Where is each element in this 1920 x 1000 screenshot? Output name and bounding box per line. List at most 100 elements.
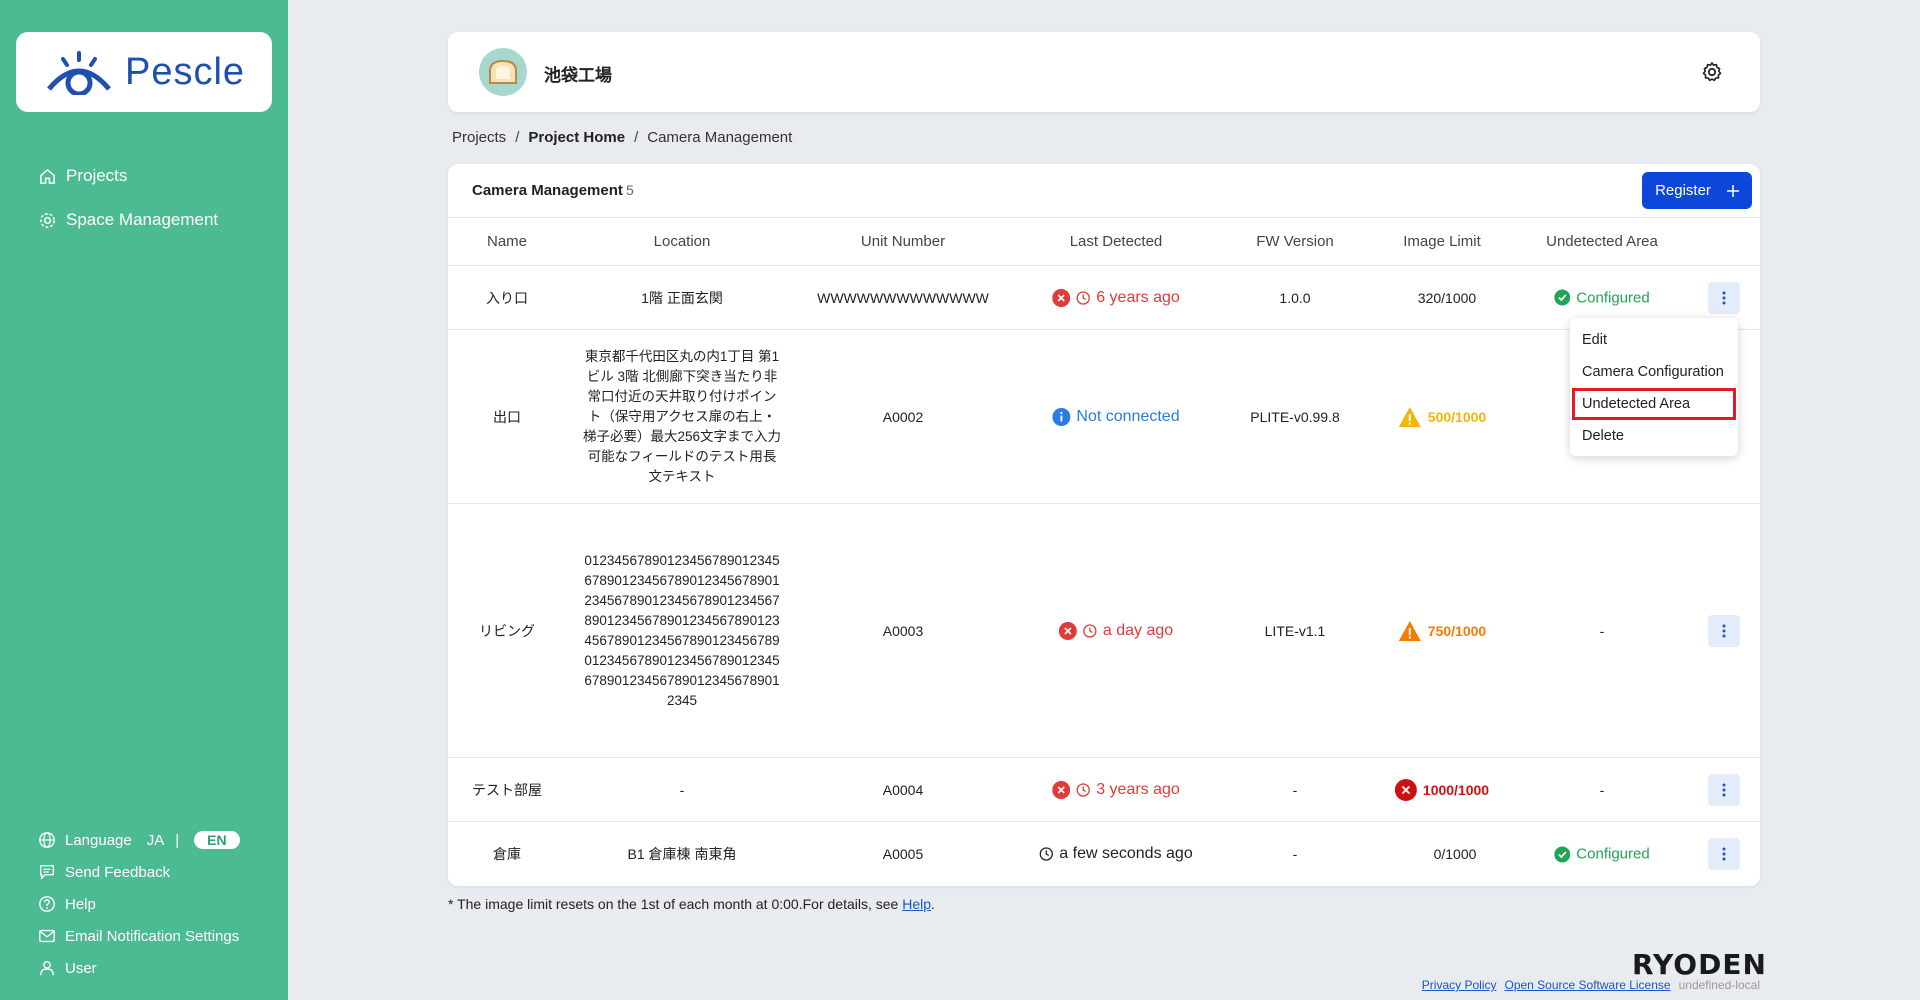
- privacy-policy-link[interactable]: Privacy Policy: [1422, 978, 1497, 992]
- breadcrumb-separator: /: [634, 129, 639, 146]
- cell-fw-version: LITE-v1.1: [1264, 622, 1326, 639]
- column-header-undetected-area: Undetected Area: [1546, 233, 1658, 250]
- cell-last-detected: 3 years ago: [1052, 780, 1180, 799]
- table-row[interactable]: 入り口 1階 正面玄関 WWWWWWWWWWWWW 6 years ago 1.…: [448, 266, 1760, 330]
- kebab-menu-icon: [1722, 291, 1726, 304]
- card-title: Camera Management: [472, 182, 623, 199]
- cell-fw-version: -: [1292, 781, 1298, 798]
- send-feedback-label: Send Feedback: [65, 863, 171, 881]
- plus-icon: [1726, 184, 1739, 197]
- cell-last-detected: 6 years ago: [1052, 288, 1180, 307]
- cell-last-detected: a few seconds ago: [1039, 845, 1193, 863]
- register-label: Register: [1655, 182, 1711, 199]
- row-actions-button[interactable]: [1708, 838, 1740, 870]
- nav-item-space-management[interactable]: Space Management: [38, 198, 218, 242]
- check-circle-icon: [1554, 289, 1571, 306]
- nav-item-label: Projects: [66, 166, 128, 185]
- undetected-area-text: Configured: [1576, 845, 1650, 863]
- language-switch: Language JA | EN: [38, 824, 240, 856]
- project-name: 池袋工場: [544, 66, 612, 85]
- cell-last-detected: Not connected: [1052, 407, 1180, 426]
- oss-license-link[interactable]: Open Source Software License: [1504, 978, 1670, 992]
- feedback-icon: [40, 865, 54, 880]
- help-link[interactable]: Help: [38, 888, 240, 920]
- project-avatar: [479, 48, 527, 96]
- gear-icon: [40, 212, 55, 228]
- cell-name: 出口: [493, 408, 521, 425]
- cell-location: 1階 正面玄関: [641, 289, 723, 306]
- last-detected-text: a day ago: [1102, 621, 1174, 639]
- footnote-end: .: [931, 896, 935, 912]
- column-header-location: Location: [653, 233, 711, 250]
- footnote-text: * The image limit resets on the 1st of e…: [448, 896, 903, 912]
- cell-unit-number: A0004: [882, 781, 924, 798]
- email-notification-settings-link[interactable]: Email Notification Settings: [38, 920, 240, 952]
- table-row[interactable]: 倉庫 B1 倉庫棟 南東角 A0005 a few seconds ago - …: [448, 822, 1760, 886]
- cell-name: 入り口: [486, 289, 528, 306]
- clock-icon: [1076, 782, 1090, 797]
- kebab-menu-icon: [1722, 847, 1726, 861]
- cell-name: テスト部屋: [472, 781, 542, 798]
- column-header-image-limit: Image Limit: [1403, 233, 1481, 250]
- footer-links: Privacy Policy Open Source Software Lice…: [1422, 978, 1760, 992]
- kebab-menu-icon: [1722, 624, 1726, 637]
- last-detected-text: Not connected: [1076, 407, 1180, 425]
- column-header-unit-number: Unit Number: [860, 233, 946, 250]
- image-limit-text: 1000/1000: [1422, 781, 1490, 798]
- error-circle-icon: [1052, 780, 1071, 799]
- menu-item-edit[interactable]: Edit: [1570, 324, 1738, 356]
- language-ja[interactable]: JA: [147, 832, 165, 849]
- table-header: Name Location Unit Number Last Detected …: [448, 218, 1760, 266]
- home-icon: [40, 168, 55, 184]
- warning-triangle-icon: [1398, 406, 1421, 427]
- cell-name: 倉庫: [493, 846, 521, 862]
- register-button[interactable]: Register: [1642, 172, 1752, 209]
- cell-image-limit: 320/1000: [1417, 289, 1477, 306]
- cell-location: 0123456789012345678901234567890123456789…: [584, 552, 780, 708]
- footnote-help-link[interactable]: Help: [902, 896, 931, 912]
- table-row[interactable]: テスト部屋 - A0004 3 years ago - 1000/1000 -: [448, 758, 1760, 822]
- error-circle-icon: [1052, 288, 1071, 307]
- menu-item-delete[interactable]: Delete: [1570, 420, 1738, 452]
- user-icon: [40, 961, 54, 976]
- image-limit-text: 750/1000: [1427, 622, 1487, 639]
- row-actions-button[interactable]: [1708, 773, 1740, 806]
- nav-item-projects[interactable]: Projects: [38, 154, 218, 198]
- image-limit-footnote: * The image limit resets on the 1st of e…: [448, 896, 935, 912]
- menu-item-camera-configuration[interactable]: Camera Configuration: [1570, 356, 1738, 388]
- language-separator: |: [175, 831, 180, 849]
- cell-undetected-area: -: [1599, 781, 1605, 798]
- menu-item-undetected-area[interactable]: Undetected Area: [1572, 388, 1736, 420]
- cell-fw-version: 1.0.0: [1279, 289, 1311, 306]
- table-row[interactable]: 出口 東京都千代田区丸の内1丁目 第1ビル 3階 北側廊下突き当たり非常口付近の…: [448, 330, 1760, 504]
- camera-management-card: Camera Management 5 Register Name Locati…: [448, 164, 1760, 886]
- cell-image-limit: 750/1000: [1398, 620, 1486, 642]
- language-en[interactable]: EN: [194, 831, 240, 849]
- bread-icon: [489, 59, 517, 84]
- last-detected-text: a few seconds ago: [1059, 845, 1193, 862]
- breadcrumb-project-home[interactable]: Project Home: [528, 129, 625, 146]
- cell-unit-number: A0002: [882, 408, 924, 425]
- nav-item-label: Space Management: [66, 210, 219, 229]
- logo[interactable]: Pescle: [16, 32, 272, 112]
- table-row[interactable]: リビング 01234567890123456789012345678901234…: [448, 504, 1760, 758]
- sidebar: Pescle Projects Space Management Languag…: [0, 0, 288, 1000]
- sidebar-footer: Language JA | EN Send Feedback Help Emai…: [38, 824, 240, 984]
- error-circle-icon: [1058, 621, 1077, 640]
- cell-unit-number: A0005: [882, 846, 924, 862]
- column-header-name: Name: [486, 233, 528, 250]
- row-actions-button[interactable]: [1708, 614, 1740, 647]
- breadcrumb-projects[interactable]: Projects: [452, 129, 506, 146]
- cell-unit-number: WWWWWWWWWWWWW: [817, 289, 989, 306]
- row-actions-button[interactable]: [1708, 281, 1740, 314]
- send-feedback-link[interactable]: Send Feedback: [38, 856, 240, 888]
- settings-gear-icon[interactable]: [1700, 60, 1724, 84]
- cell-undetected-area: Configured: [1554, 845, 1650, 863]
- project-header: 池袋工場: [448, 32, 1760, 112]
- pescle-eye-icon: [47, 51, 111, 95]
- user-link[interactable]: User: [38, 952, 240, 984]
- main-nav: Projects Space Management: [38, 154, 218, 242]
- last-detected-text: 3 years ago: [1096, 780, 1180, 798]
- cell-name: リビング: [479, 622, 535, 639]
- kebab-menu-icon: [1722, 783, 1726, 796]
